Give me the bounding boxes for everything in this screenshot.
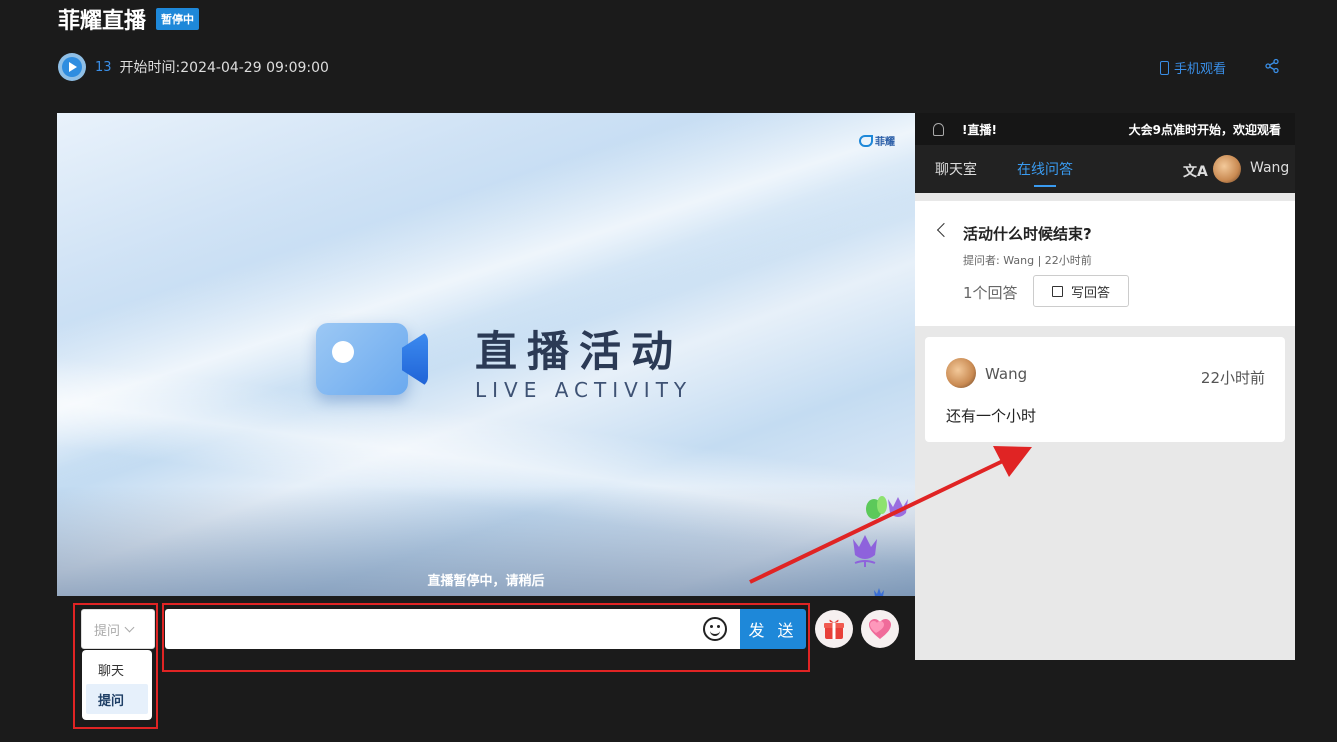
avatar bbox=[946, 358, 976, 388]
side-panel: !直播! 大会9点准时开始，欢迎观看 聊天室 在线问答 文A Wang 活动什么… bbox=[915, 113, 1295, 660]
question-title: 活动什么时候结束? bbox=[963, 225, 1092, 243]
annotation-box-mode bbox=[73, 603, 158, 729]
notice-text-left: !直播! bbox=[962, 122, 997, 137]
mobile-watch-label: 手机观看 bbox=[1174, 62, 1227, 77]
tab-chatroom[interactable]: 聊天室 bbox=[935, 145, 977, 193]
status-badge: 暂停中 bbox=[156, 8, 200, 30]
tab-online-qa[interactable]: 在线问答 bbox=[1017, 145, 1073, 193]
answer-card: Wang 22小时前 还有一个小时 bbox=[925, 337, 1285, 442]
video-camera-icon bbox=[316, 323, 428, 395]
brand-logo-text: 菲耀 bbox=[875, 137, 895, 148]
question-meta: 提问者: Wang | 22小时前 bbox=[963, 254, 1092, 267]
translate-icon[interactable]: 文A bbox=[1183, 161, 1208, 181]
heart-icon bbox=[869, 619, 891, 639]
bell-icon bbox=[933, 122, 944, 136]
notice-bar: !直播! 大会9点准时开始，欢迎观看 bbox=[915, 113, 1295, 145]
pause-message: 直播暂停中，请稍后 bbox=[427, 574, 545, 589]
current-user-name[interactable]: Wang bbox=[1250, 160, 1289, 176]
write-answer-button[interactable]: 写回答 bbox=[1033, 275, 1129, 307]
question-card: 活动什么时候结束? 提问者: Wang | 22小时前 1个回答 写回答 bbox=[915, 201, 1295, 326]
title-row: 菲耀直播 暂停中 bbox=[58, 4, 200, 34]
brand-logo: 菲耀 bbox=[859, 133, 895, 148]
flower-icon bbox=[853, 535, 877, 567]
video-title: 直播活动 bbox=[475, 327, 684, 376]
back-icon[interactable] bbox=[936, 222, 952, 238]
notice-text-right: 大会9点准时开始，欢迎观看 bbox=[1128, 122, 1281, 137]
like-button[interactable] bbox=[861, 610, 899, 648]
answer-count: 1个回答 bbox=[963, 284, 1018, 302]
viewer-count: 13 bbox=[95, 59, 112, 75]
video-player[interactable]: 菲耀 直播活动 LIVE ACTIVITY 直播暂停中，请稍后 bbox=[57, 113, 915, 596]
start-time: 开始时间:2024-04-29 09:09:00 bbox=[119, 60, 329, 76]
gift-icon bbox=[824, 619, 844, 639]
annotation-box-input bbox=[162, 603, 810, 672]
flower-icon bbox=[866, 496, 908, 519]
answer-text: 还有一个小时 bbox=[946, 407, 1037, 425]
edit-icon bbox=[1051, 285, 1063, 297]
gift-button[interactable] bbox=[815, 610, 853, 648]
play-icon[interactable] bbox=[58, 53, 86, 81]
write-answer-label: 写回答 bbox=[1070, 285, 1110, 301]
mobile-watch-link[interactable]: 手机观看 bbox=[1160, 58, 1226, 77]
flower-icon bbox=[874, 588, 884, 596]
answer-user: Wang bbox=[985, 365, 1028, 383]
page-title: 菲耀直播 bbox=[58, 9, 147, 34]
video-subtitle: LIVE ACTIVITY bbox=[475, 378, 693, 402]
phone-icon bbox=[1160, 60, 1169, 75]
answer-time: 22小时前 bbox=[1200, 369, 1265, 387]
avatar[interactable] bbox=[1213, 155, 1241, 183]
meta-row: 13 开始时间:2024-04-29 09:09:00 bbox=[58, 53, 329, 81]
share-icon[interactable] bbox=[1264, 58, 1280, 74]
